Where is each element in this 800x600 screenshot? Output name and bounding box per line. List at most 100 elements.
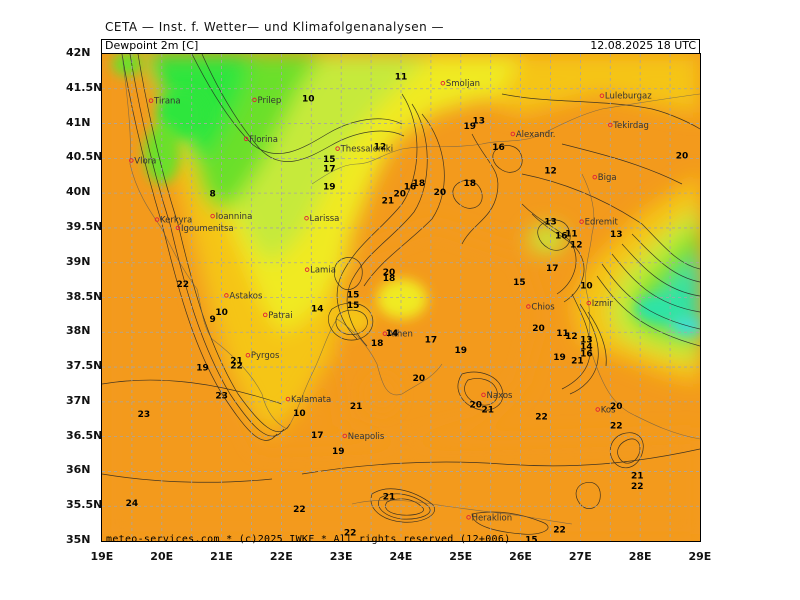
contour-value-label: 15 bbox=[347, 291, 360, 301]
contour-value-label: 22 bbox=[230, 361, 243, 371]
latitude-tick-label: 37.5N bbox=[66, 359, 103, 373]
contour-value-label: 16 bbox=[555, 231, 568, 241]
title-bar: Dewpoint 2m [C] 12.08.2025 18 UTC bbox=[101, 39, 700, 54]
contour-value-label: 19 bbox=[455, 346, 468, 356]
contour-value-label: 18 bbox=[464, 179, 477, 189]
contour-value-label: 12 bbox=[570, 240, 583, 250]
contour-value-label: 21 bbox=[571, 357, 584, 367]
contour-value-label: 21 bbox=[383, 492, 396, 502]
contour-value-label: 10 bbox=[302, 94, 315, 104]
latitude-tick-label: 37N bbox=[66, 393, 91, 407]
model-header: CETA — Inst. f. Wetter— und Klimafolgena… bbox=[105, 20, 445, 34]
city-label: Alexandr. bbox=[516, 130, 556, 140]
city-label: Heraklion bbox=[472, 513, 513, 523]
city-label: Vlora bbox=[134, 156, 156, 166]
longitude-tick-label: 26E bbox=[509, 550, 532, 563]
latitude-tick-label: 38.5N bbox=[66, 289, 103, 303]
contour-value-label: 15 bbox=[323, 155, 336, 165]
latitude-tick-label: 39.5N bbox=[66, 219, 103, 233]
city-label: Astakos bbox=[229, 291, 263, 301]
longitude-tick-label: 21E bbox=[210, 550, 233, 563]
city-label: Kalamata bbox=[291, 395, 331, 405]
latitude-tick-label: 40N bbox=[66, 185, 91, 199]
contour-value-label: 14 bbox=[311, 304, 324, 314]
variable-label: Dewpoint 2m [C] bbox=[105, 39, 199, 52]
contour-value-label: 16 bbox=[492, 143, 505, 153]
contour-value-label: 21 bbox=[350, 402, 363, 412]
contour-value-label: 12 bbox=[544, 167, 557, 177]
contour-value-label: 20 bbox=[413, 374, 426, 384]
city-label: Igoumenitsa bbox=[181, 224, 234, 234]
contour-value-label: 19 bbox=[332, 447, 345, 457]
longitude-tick-label: 24E bbox=[389, 550, 413, 563]
contour-value-label: 20 bbox=[434, 188, 447, 198]
contour-value-label: 22 bbox=[631, 482, 644, 492]
latitude-tick-label: 40.5N bbox=[66, 150, 103, 164]
contour-value-label: 12 bbox=[565, 332, 578, 342]
contour-value-label: 23 bbox=[138, 410, 151, 420]
contour-value-label: 22 bbox=[535, 412, 548, 422]
contour-value-label: 24 bbox=[126, 499, 139, 509]
contour-value-label: 15 bbox=[525, 535, 538, 541]
contour-value-label: 17 bbox=[425, 336, 438, 346]
contour-value-label: 18 bbox=[383, 274, 396, 284]
contour-value-label: 13 bbox=[544, 217, 557, 227]
contour-value-label: 10 bbox=[293, 409, 306, 419]
longitude-tick-label: 25E bbox=[449, 550, 473, 563]
city-label: Biga bbox=[598, 173, 617, 183]
latitude-tick-label: 41.5N bbox=[66, 80, 103, 94]
copyright-footer: meteo-services.com * (c)2025 IWKF * All … bbox=[106, 534, 511, 545]
city-label: Chios bbox=[531, 303, 555, 313]
city-label: Luleburgaz bbox=[605, 92, 652, 102]
city-label: Pyrgos bbox=[251, 351, 280, 361]
contour-value-label: 18 bbox=[371, 339, 384, 349]
contour-value-label: 13 bbox=[610, 230, 623, 240]
city-label: Naxos bbox=[487, 391, 514, 401]
city-label: Edremit bbox=[585, 218, 619, 228]
longitude-tick-label: 28E bbox=[628, 550, 652, 563]
city-label: Florina bbox=[249, 135, 278, 145]
contour-value-label: 19 bbox=[464, 122, 477, 132]
city-label: Prilep bbox=[257, 96, 281, 106]
longitude-tick-label: 27E bbox=[568, 550, 592, 563]
city-label: Lamia bbox=[310, 266, 336, 276]
city-label: Smoljan bbox=[446, 79, 480, 89]
contour-value-label: 23 bbox=[215, 391, 228, 401]
city-label: Neapolis bbox=[348, 432, 385, 442]
valid-datetime: 12.08.2025 18 UTC bbox=[590, 39, 696, 52]
contour-value-label: 20 bbox=[469, 400, 482, 410]
contour-value-label: 21 bbox=[481, 405, 494, 415]
contour-value-label: 19 bbox=[323, 183, 336, 193]
contour-value-label: 21 bbox=[631, 471, 644, 481]
city-label: Tirana bbox=[153, 97, 181, 107]
contour-value-label: 10 bbox=[215, 308, 228, 318]
latitude-tick-label: 36.5N bbox=[66, 428, 103, 442]
latitude-tick-label: 42N bbox=[66, 46, 91, 59]
contour-value-label: 17 bbox=[323, 165, 336, 175]
city-label: Izmir bbox=[592, 299, 614, 309]
city-label: Ioannina bbox=[216, 212, 253, 222]
latitude-tick-label: 39N bbox=[66, 254, 91, 268]
contour-value-label: 20 bbox=[532, 324, 545, 334]
city-label: Tekirdag bbox=[612, 121, 649, 131]
contour-value-label: 21 bbox=[382, 197, 395, 207]
contour-value-label: 22 bbox=[553, 526, 566, 536]
city-label: Larissa bbox=[310, 214, 340, 224]
dewpoint-map: Tirana Prilep Smoljan Luleburgaz Tekirdag Flo… bbox=[101, 52, 701, 545]
latitude-tick-label: 36N bbox=[66, 463, 91, 477]
city-label: Patrai bbox=[268, 311, 292, 321]
contour-value-label: 19 bbox=[196, 364, 209, 374]
latitude-tick-label: 35.5N bbox=[66, 498, 103, 512]
contour-value-label: 22 bbox=[176, 280, 189, 290]
contour-value-label: 17 bbox=[546, 264, 559, 274]
latitude-tick-label: 38N bbox=[66, 324, 91, 338]
longitude-tick-label: 23E bbox=[329, 550, 353, 563]
contour-value-label: 19 bbox=[553, 353, 566, 363]
longitude-tick-label: 20E bbox=[150, 550, 174, 563]
contour-value-label: 15 bbox=[513, 278, 526, 288]
contour-value-label: 10 bbox=[580, 281, 593, 291]
contour-value-label: 18 bbox=[413, 179, 426, 189]
contour-value-label: 9 bbox=[209, 315, 215, 325]
longitude-tick-label: 22E bbox=[269, 550, 293, 563]
longitude-tick-label: 29E bbox=[688, 550, 712, 563]
